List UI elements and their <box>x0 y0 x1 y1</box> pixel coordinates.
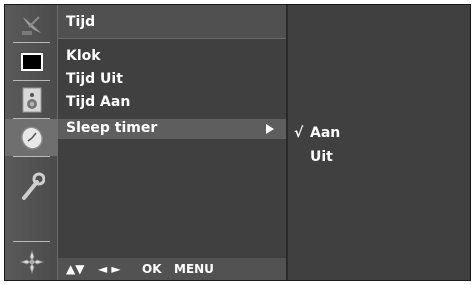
menu-item-tijd-aan[interactable]: Tijd Aan <box>58 92 286 114</box>
submenu-item-uit[interactable]: Uit <box>310 149 333 165</box>
menu-item-label: Tijd Uit <box>66 71 123 87</box>
category-sidebar <box>5 5 58 280</box>
menu-title-bar: Tijd <box>58 5 286 39</box>
check-icon: √ <box>294 125 304 141</box>
menu-item-label: Klok <box>66 48 101 64</box>
menu-item-label: Tijd Aan <box>66 94 131 110</box>
ok-hint: OK <box>142 262 162 276</box>
menu-item-label: Sleep timer <box>66 120 158 136</box>
submenu-arrow-icon <box>266 124 274 134</box>
help-bar: ▲▼ ◄ ► OK MENU <box>58 258 286 280</box>
wrench-icon <box>21 172 45 200</box>
menu-item-sleep-timer[interactable]: Sleep timer <box>58 119 286 139</box>
menu-hint: MENU <box>174 262 214 276</box>
menu-item-klok[interactable]: Klok <box>58 46 286 68</box>
satellite-dish-icon <box>21 15 41 35</box>
submenu-item-aan[interactable]: √ Aan <box>294 125 341 141</box>
main-menu: Tijd Klok Tijd Uit Tijd Aan Sleep timer … <box>58 5 286 280</box>
sidebar-item-sound[interactable] <box>5 81 58 118</box>
menu-item-tijd-uit[interactable]: Tijd Uit <box>58 69 286 91</box>
updown-arrows-icon: ▲▼ <box>66 262 85 276</box>
screen-icon <box>20 52 43 71</box>
sidebar-divider <box>13 241 50 242</box>
submenu-item-label: Uit <box>310 149 333 165</box>
leftright-arrows-icon: ◄ ► <box>98 262 121 276</box>
sidebar-item-time[interactable] <box>5 119 58 156</box>
submenu-panel: √ Aan Uit <box>286 5 470 280</box>
clock-icon <box>20 125 43 150</box>
sidebar-item-station[interactable] <box>5 5 58 42</box>
sidebar-item-option[interactable] <box>5 243 58 280</box>
speaker-icon <box>22 87 41 112</box>
options-icon <box>19 249 44 274</box>
submenu-item-label: Aan <box>310 125 341 141</box>
menu-title: Tijd <box>66 14 96 30</box>
tv-menu-frame: Tijd Klok Tijd Uit Tijd Aan Sleep timer … <box>4 4 471 281</box>
sidebar-item-setup[interactable] <box>5 157 58 217</box>
sidebar-item-picture[interactable] <box>5 43 58 80</box>
